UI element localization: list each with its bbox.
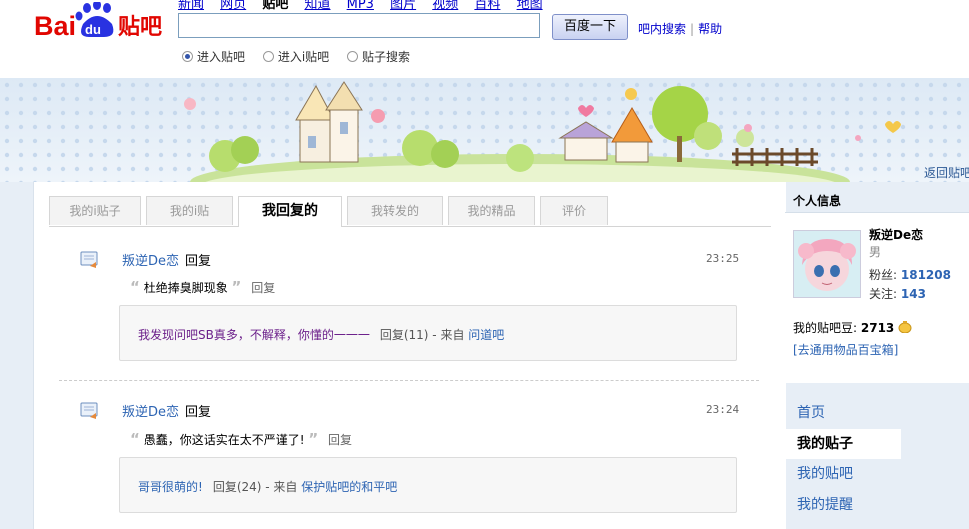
tab-my-itiezi[interactable]: 我的i贴子	[49, 196, 141, 225]
svg-text:du: du	[85, 22, 101, 37]
beans-row: 我的贴吧豆: 2713	[793, 319, 912, 336]
tab-bar: 我的i贴子 我的i贴 我回复的 我转发的 我的精品 评价	[49, 196, 771, 227]
reply-action-label: 回复	[185, 254, 212, 269]
nav-tieba[interactable]: 贴吧	[262, 0, 288, 12]
inbar-search-link[interactable]: 吧内搜索	[638, 22, 686, 36]
profile-card: 叛逆De恋 男 粉丝: 181208 关注: 143 我的贴吧豆: 2713 […	[785, 213, 969, 383]
close-quote-icon: ”	[308, 430, 319, 448]
beans-count: 2713	[860, 321, 895, 335]
top-nav: 新闻 网页 贴吧 知道 MP3 图片 视频 百科 地图	[178, 0, 555, 12]
header-links: 吧内搜索 | 帮助	[638, 20, 722, 37]
radio-label: 贴子搜索	[362, 50, 411, 64]
thread-title-link[interactable]: 我发现问吧SB真多，不解释，你懂的一一一	[138, 328, 370, 342]
nav-web[interactable]: 网页	[220, 0, 246, 12]
profile-username[interactable]: 叛逆De恋	[869, 226, 923, 243]
nav-zhidao[interactable]: 知道	[304, 0, 330, 12]
avatar[interactable]	[793, 230, 861, 298]
thread-meta: 回复(11) - 来自	[379, 328, 465, 342]
sidebar-item-my-posts[interactable]: 我的贴子	[785, 429, 901, 459]
tab-my-replies[interactable]: 我回复的	[238, 196, 342, 227]
fans-count: 181208	[900, 268, 951, 282]
sidebar-item-my-reminders[interactable]: 我的提醒	[785, 490, 901, 520]
reply-icon	[80, 402, 100, 420]
fans-stat[interactable]: 粉丝: 181208	[869, 266, 951, 283]
radio-enter-itieba[interactable]: 进入i贴吧	[262, 48, 330, 65]
tab-rating[interactable]: 评价	[540, 196, 608, 225]
radio-enter-tieba[interactable]: 进入贴吧	[182, 48, 245, 65]
main-panel: 我的i贴子 我的i贴 我回复的 我转发的 我的精品 评价 叛逆De恋 回复 23…	[33, 182, 786, 529]
nav-map[interactable]: 地图	[517, 0, 543, 12]
reply-content: 杜绝捧臭脚现象	[143, 281, 228, 295]
reply-content: 愚蠢，你这话实在太不严谨了!	[143, 433, 305, 447]
radio-unchecked-icon	[262, 51, 274, 62]
banner-illustration	[0, 78, 969, 182]
svg-text:贴吧: 贴吧	[118, 14, 162, 40]
reply-time: 23:25	[706, 252, 740, 265]
reply-link[interactable]: 回复	[328, 433, 352, 447]
profile-sex: 男	[869, 245, 882, 259]
bar-name-link[interactable]: 问道吧	[468, 328, 504, 342]
original-thread-line: 我发现问吧SB真多，不解释，你懂的一一一 回复(11) - 来自 问道吧	[138, 326, 504, 343]
back-to-tieba-link[interactable]: 返回贴吧	[924, 164, 969, 181]
bean-bag-icon	[898, 321, 912, 334]
thread-title-link[interactable]: 哥哥很萌的!	[138, 480, 203, 494]
open-quote-icon: “	[130, 278, 140, 296]
thread-meta: 回复(24) - 来自	[212, 480, 298, 494]
divider	[59, 380, 759, 381]
original-thread-box: 我发现问吧SB真多，不解释，你懂的一一一 回复(11) - 来自 问道吧	[119, 305, 737, 361]
radio-post-search[interactable]: 贴子搜索	[347, 48, 410, 65]
search-mode-radios: 进入贴吧 进入i贴吧 贴子搜索	[182, 48, 424, 65]
nav-images[interactable]: 图片	[390, 0, 416, 12]
open-quote-icon: “	[130, 430, 140, 448]
reply-quote[interactable]: “ 杜绝捧臭脚现象 ” 回复	[130, 278, 275, 296]
reply-username[interactable]: 叛逆De恋	[122, 401, 179, 420]
baidu-tieba-logo[interactable]: Bai du 贴吧	[34, 0, 174, 42]
nav-mp3[interactable]: MP3	[347, 0, 374, 12]
reply-icon	[80, 251, 100, 269]
follow-stat[interactable]: 关注: 143	[869, 285, 926, 302]
reply-link[interactable]: 回复	[251, 281, 275, 295]
original-thread-line: 哥哥很萌的! 回复(24) - 来自 保护贴吧的和平吧	[138, 478, 397, 495]
fans-label: 粉丝:	[869, 268, 898, 282]
sidebar-title: 个人信息	[793, 194, 842, 208]
reply-time: 23:24	[706, 403, 740, 416]
sidebar-item-home[interactable]: 首页	[785, 398, 901, 428]
reply-quote[interactable]: “ 愚蠢，你这话实在太不严谨了! ” 回复	[130, 430, 352, 448]
radio-checked-icon	[182, 51, 193, 62]
header: Bai du 贴吧 新闻 网页 贴吧 知道 MP3 图片 视频 百科 地图 百度…	[0, 0, 969, 78]
nav-news[interactable]: 新闻	[178, 0, 204, 12]
beans-label: 我的贴吧豆:	[793, 321, 858, 335]
help-link[interactable]: 帮助	[698, 22, 722, 36]
radio-unchecked-icon	[347, 51, 359, 62]
search-button[interactable]: 百度一下	[552, 14, 628, 40]
tab-my-featured[interactable]: 我的精品	[448, 196, 535, 225]
svg-text:Bai: Bai	[34, 11, 76, 41]
follow-count: 143	[900, 287, 926, 301]
sidebar-item-my-bars[interactable]: 我的贴吧	[785, 459, 901, 489]
radio-label: 进入贴吧	[197, 50, 246, 64]
reply-username[interactable]: 叛逆De恋	[122, 250, 179, 269]
tab-my-itie[interactable]: 我的i贴	[146, 196, 233, 225]
link-separator: |	[690, 22, 695, 36]
bar-name-link[interactable]: 保护贴吧的和平吧	[301, 480, 397, 494]
sidebar: 个人信息 叛逆De恋 男 粉丝: 181208 关注: 143 我的贴吧豆: 2…	[785, 182, 969, 529]
radio-label: 进入i贴吧	[277, 50, 330, 64]
treasure-box-link[interactable]: [去通用物品百宝箱]	[793, 341, 898, 358]
nav-video[interactable]: 视频	[432, 0, 458, 12]
tab-my-forwards[interactable]: 我转发的	[347, 196, 443, 225]
close-quote-icon: ”	[231, 278, 242, 296]
original-thread-box: 哥哥很萌的! 回复(24) - 来自 保护贴吧的和平吧	[119, 457, 737, 513]
nav-baike[interactable]: 百科	[474, 0, 500, 12]
follow-label: 关注:	[869, 287, 898, 301]
search-input[interactable]	[178, 13, 540, 38]
banner: 返回贴吧	[0, 78, 969, 182]
reply-action-label: 回复	[185, 405, 212, 420]
